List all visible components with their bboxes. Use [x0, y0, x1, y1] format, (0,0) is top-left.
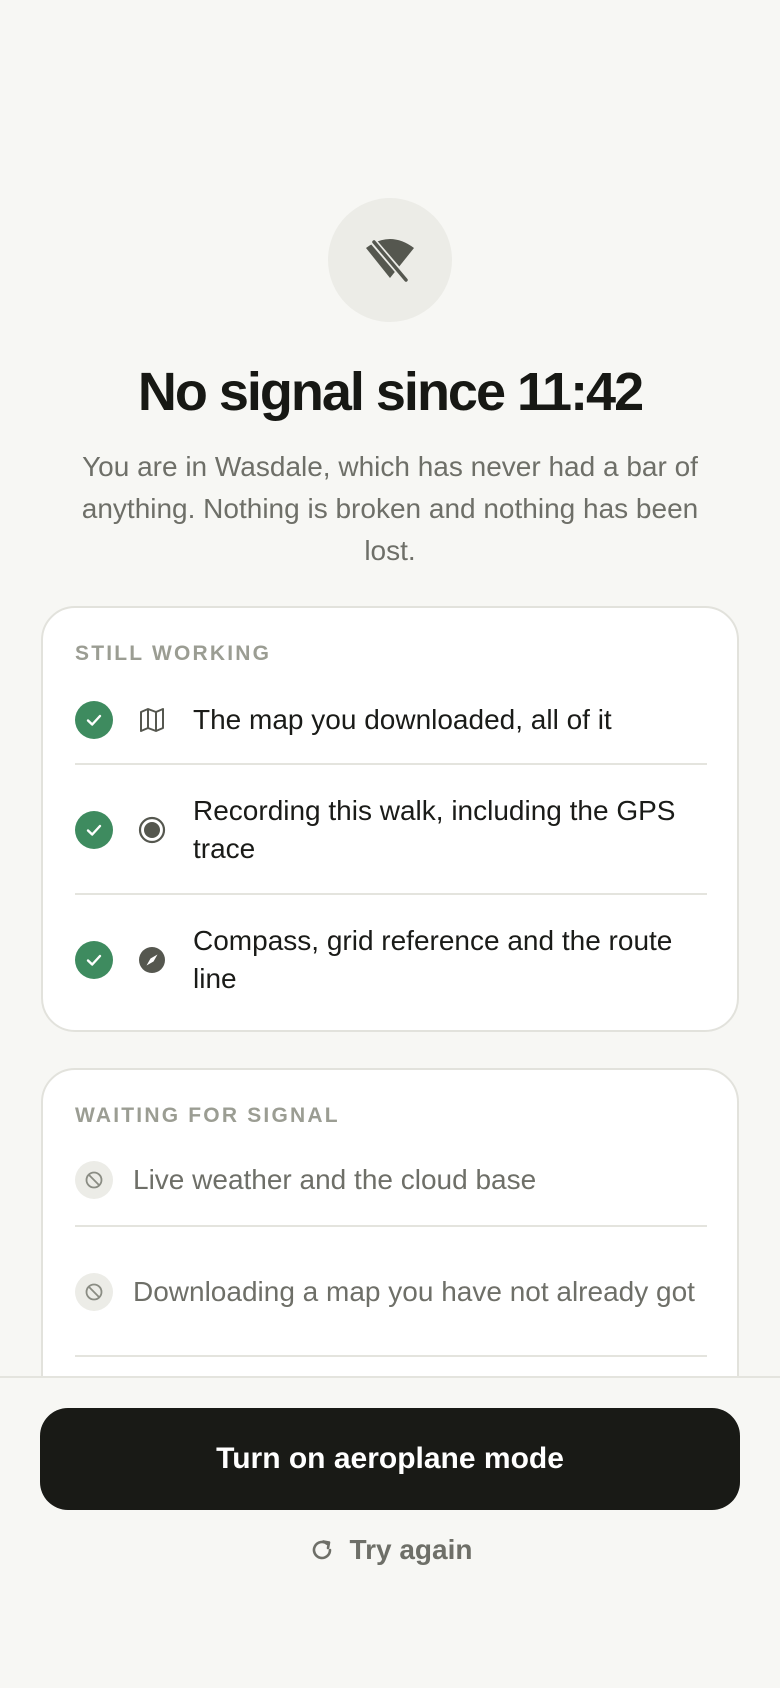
- check-icon: [75, 941, 113, 979]
- divider: [75, 893, 707, 895]
- blocked-icon: [75, 1161, 113, 1199]
- list-item: Recording this walk, including the GPS t…: [75, 792, 707, 868]
- check-icon: [75, 811, 113, 849]
- list-item-text: The map you downloaded, all of it: [193, 704, 612, 735]
- still-working-card: STILL WORKING The map you downloaded, al…: [41, 606, 739, 1032]
- map-icon: [137, 705, 167, 735]
- wifi-off-icon: [328, 198, 452, 322]
- check-icon: [75, 701, 113, 739]
- list-item: Live weather and the cloud base: [75, 1158, 707, 1202]
- divider: [75, 763, 707, 765]
- card-label: STILL WORKING: [75, 642, 272, 665]
- scroll-content[interactable]: No signal since 11:42 You are in Wasdale…: [0, 0, 780, 1376]
- bottom-action-bar: Turn on aeroplane mode Try again: [0, 1376, 780, 1688]
- list-item-text: Downloading a map you have not already g…: [133, 1276, 695, 1307]
- record-icon: [137, 815, 167, 845]
- waiting-card: WAITING FOR SIGNAL Live weather and the …: [41, 1068, 739, 1376]
- try-again-label: Try again: [349, 1534, 473, 1565]
- list-item: Compass, grid reference and the route li…: [75, 922, 707, 998]
- list-item: Downloading a map you have not already g…: [75, 1254, 707, 1330]
- offline-screen: No signal since 11:42 You are in Wasdale…: [0, 0, 780, 1688]
- page-title: No signal since 11:42: [137, 362, 644, 422]
- list-item: The map you downloaded, all of it: [75, 698, 707, 742]
- list-item-text: Live weather and the cloud base: [133, 1164, 537, 1195]
- aeroplane-mode-button[interactable]: Turn on aeroplane mode: [40, 1408, 740, 1510]
- list-item-text: Recording this walk, including the GPS t…: [193, 795, 676, 864]
- divider: [75, 1225, 707, 1227]
- compass-icon: [137, 945, 167, 975]
- refresh-icon: [308, 1536, 336, 1564]
- list-item-text: Compass, grid reference and the route li…: [193, 925, 673, 994]
- divider: [75, 1355, 707, 1357]
- try-again-button[interactable]: Try again: [0, 1530, 780, 1570]
- page-subtitle: You are in Wasdale, which has never had …: [81, 451, 699, 566]
- blocked-icon: [75, 1273, 113, 1311]
- card-label: WAITING FOR SIGNAL: [75, 1104, 340, 1127]
